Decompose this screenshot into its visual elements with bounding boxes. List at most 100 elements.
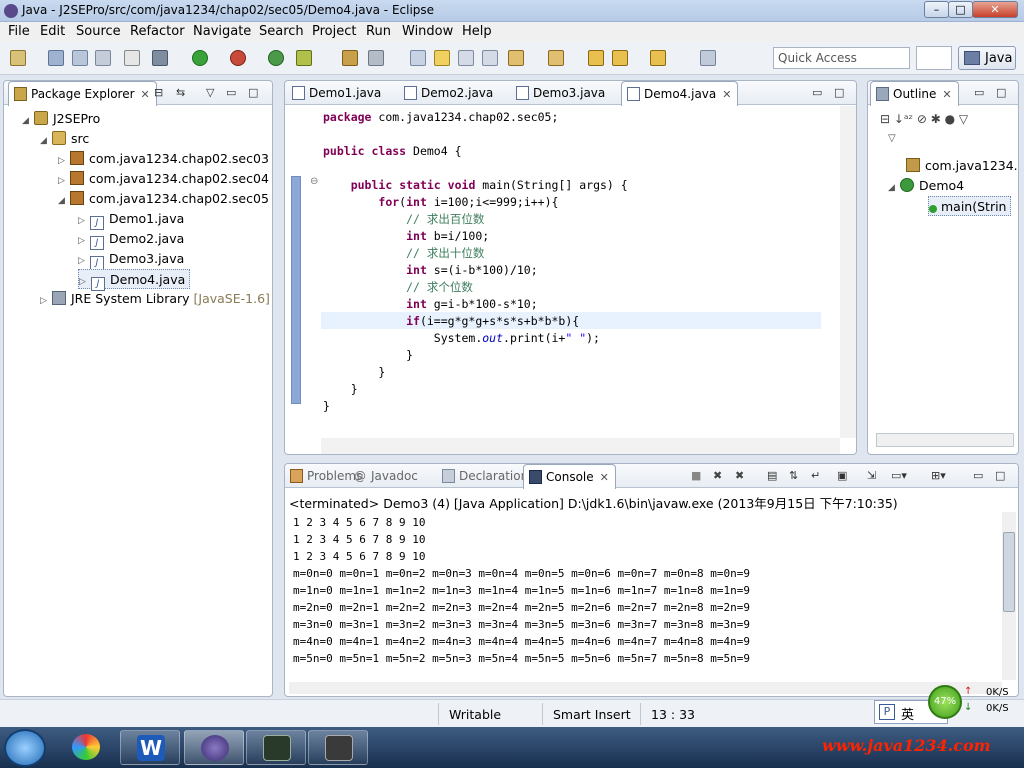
link-editor-icon[interactable]: ⇆ xyxy=(176,86,185,99)
network-monitor[interactable]: 47% ↑ 0K/S ↓ 0K/S xyxy=(928,685,1024,727)
tab-outline[interactable]: Outline ✕ xyxy=(870,81,959,106)
outline-item-method[interactable]: main(Strin xyxy=(928,196,1012,216)
tree-item-jre-library[interactable]: ▷ JRE System Library [JavaSE-1.6] xyxy=(40,289,270,309)
tree-item-package-sec05[interactable]: ◢ com.java1234.chap02.sec05 xyxy=(58,189,269,209)
back-icon[interactable] xyxy=(612,50,628,66)
tab-javadoc[interactable]: @ Javadoc xyxy=(349,464,424,488)
collapse-all-icon[interactable]: ⊟ xyxy=(154,86,163,99)
minimize-icon[interactable]: ▭ xyxy=(974,86,984,99)
menu-source[interactable]: Source xyxy=(76,24,121,39)
scrollbar-thumb[interactable] xyxy=(1003,532,1015,612)
external-tools-icon[interactable] xyxy=(230,50,246,66)
show-stdout-icon[interactable]: ▣ xyxy=(837,469,847,482)
maximize-button[interactable]: □ xyxy=(948,1,973,18)
maximize-icon[interactable]: □ xyxy=(248,86,258,99)
editor-vertical-scrollbar[interactable] xyxy=(840,106,856,438)
open-perspective-button[interactable] xyxy=(916,46,952,70)
maximize-icon[interactable]: □ xyxy=(995,469,1005,482)
search-icon[interactable] xyxy=(368,50,384,66)
tab-demo2[interactable]: Demo2.java xyxy=(399,81,499,105)
outline-item-imports[interactable]: com.java1234. xyxy=(906,156,1018,176)
console-output[interactable]: 1 2 3 4 5 6 7 8 9 10 1 2 3 4 5 6 7 8 9 1… xyxy=(285,512,1002,680)
pin-editor-icon[interactable] xyxy=(700,50,716,66)
scroll-lock-icon[interactable]: ⇅ xyxy=(789,469,798,482)
previous-annotation-icon[interactable] xyxy=(548,50,564,66)
tree-item-demo1[interactable]: ▷ J Demo1.java xyxy=(78,209,184,230)
open-type-icon[interactable] xyxy=(342,50,358,66)
quick-access-input[interactable]: Quick Access xyxy=(773,47,910,69)
new-java-project-icon[interactable] xyxy=(268,50,284,66)
taskbar-app-recorder[interactable] xyxy=(308,730,368,765)
display-console-icon[interactable]: ▭▾ xyxy=(891,469,907,482)
show-whitespace-icon[interactable] xyxy=(482,50,498,66)
console-vertical-scrollbar[interactable] xyxy=(1002,512,1016,680)
menu-navigate[interactable]: Navigate xyxy=(193,24,251,39)
close-icon[interactable]: ✕ xyxy=(722,88,731,101)
tree-item-src[interactable]: ◢ src xyxy=(40,129,89,149)
fold-icon[interactable]: ⊖ xyxy=(310,176,318,187)
code-area[interactable]: ⊖ package com.java1234.chap02.sec05; pub… xyxy=(285,106,840,438)
new-icon[interactable] xyxy=(10,50,26,66)
maximize-icon[interactable]: □ xyxy=(996,86,1006,99)
skip-breakpoints-icon[interactable] xyxy=(124,50,140,66)
close-button[interactable]: ✕ xyxy=(972,1,1018,18)
clear-console-icon[interactable]: ▤ xyxy=(767,469,777,482)
tab-package-explorer[interactable]: Package Explorer ✕ xyxy=(8,81,157,106)
remove-launch-icon[interactable]: ✖ xyxy=(713,469,722,482)
console-horizontal-scrollbar[interactable] xyxy=(289,682,1002,694)
tab-demo1[interactable]: Demo1.java xyxy=(287,81,387,105)
tree-item-package-sec04[interactable]: ▷ com.java1234.chap02.sec04 xyxy=(58,169,269,189)
start-button[interactable] xyxy=(4,729,46,767)
close-icon[interactable]: ✕ xyxy=(600,471,609,484)
view-menu-icon[interactable]: ▽ xyxy=(206,86,214,99)
toggle-mark-icon[interactable] xyxy=(410,50,426,66)
save-all-icon[interactable] xyxy=(72,50,88,66)
minimize-icon[interactable]: ▭ xyxy=(226,86,236,99)
tab-demo4[interactable]: Demo4.java ✕ xyxy=(621,81,739,106)
editor-horizontal-scrollbar[interactable] xyxy=(321,438,840,454)
save-icon[interactable] xyxy=(48,50,64,66)
minimize-icon[interactable]: ▭ xyxy=(812,86,822,99)
tree-item-package-sec03[interactable]: ▷ com.java1234.chap02.sec03 xyxy=(58,149,269,169)
pin-console-icon[interactable]: ⇲ xyxy=(867,469,876,482)
close-icon[interactable]: ✕ xyxy=(141,88,150,101)
minimize-button[interactable]: – xyxy=(924,1,949,18)
menu-edit[interactable]: Edit xyxy=(40,24,65,39)
outline-toolbar[interactable]: ⊟ ↓ᵃᶻ ⊘ ✱ ● ▽ xyxy=(880,109,968,129)
annotation-icon[interactable] xyxy=(434,50,450,66)
outline-menu-icon[interactable]: ▽ xyxy=(888,129,896,149)
new-package-icon[interactable] xyxy=(296,50,312,66)
tree-item-project[interactable]: ◢ J2SEPro xyxy=(22,109,100,129)
taskbar-app-eclipse[interactable] xyxy=(184,730,244,765)
terminate-icon[interactable]: ■ xyxy=(691,469,701,482)
tree-item-demo3[interactable]: ▷ J Demo3.java xyxy=(78,249,184,270)
taskbar-app-word[interactable]: W xyxy=(120,730,180,765)
taskbar-app-photos[interactable] xyxy=(56,730,116,765)
java-perspective-button[interactable]: Java xyxy=(958,46,1016,70)
tree-item-demo4[interactable]: ▷ J Demo4.java xyxy=(78,269,191,291)
maximize-icon[interactable]: □ xyxy=(834,86,844,99)
forward-icon[interactable] xyxy=(650,50,666,66)
remove-all-icon[interactable]: ✖ xyxy=(735,469,744,482)
next-annotation-icon[interactable] xyxy=(508,50,524,66)
outline-horizontal-scrollbar[interactable] xyxy=(876,433,1014,447)
close-icon[interactable]: ✕ xyxy=(942,88,951,101)
menu-run[interactable]: Run xyxy=(366,24,391,39)
minimize-icon[interactable]: ▭ xyxy=(973,469,983,482)
word-wrap-icon[interactable]: ↵ xyxy=(811,469,820,482)
tab-demo3[interactable]: Demo3.java xyxy=(511,81,611,105)
menu-search[interactable]: Search xyxy=(259,24,304,39)
open-console-icon[interactable]: ⊞▾ xyxy=(931,469,946,482)
run-icon[interactable] xyxy=(192,50,208,66)
tab-console[interactable]: Console ✕ xyxy=(523,464,616,489)
taskbar-app-terminal[interactable] xyxy=(246,730,306,765)
block-selection-icon[interactable] xyxy=(458,50,474,66)
debug-icon[interactable] xyxy=(152,50,168,66)
tree-item-demo2[interactable]: ▷ J Demo2.java xyxy=(78,229,184,250)
outline-item-class[interactable]: ◢ Demo4 xyxy=(888,176,964,196)
print-icon[interactable] xyxy=(95,50,111,66)
last-edit-icon[interactable] xyxy=(588,50,604,66)
menu-project[interactable]: Project xyxy=(312,24,356,39)
menu-file[interactable]: File xyxy=(8,24,30,39)
tab-declaration[interactable]: Declaration xyxy=(437,464,534,488)
